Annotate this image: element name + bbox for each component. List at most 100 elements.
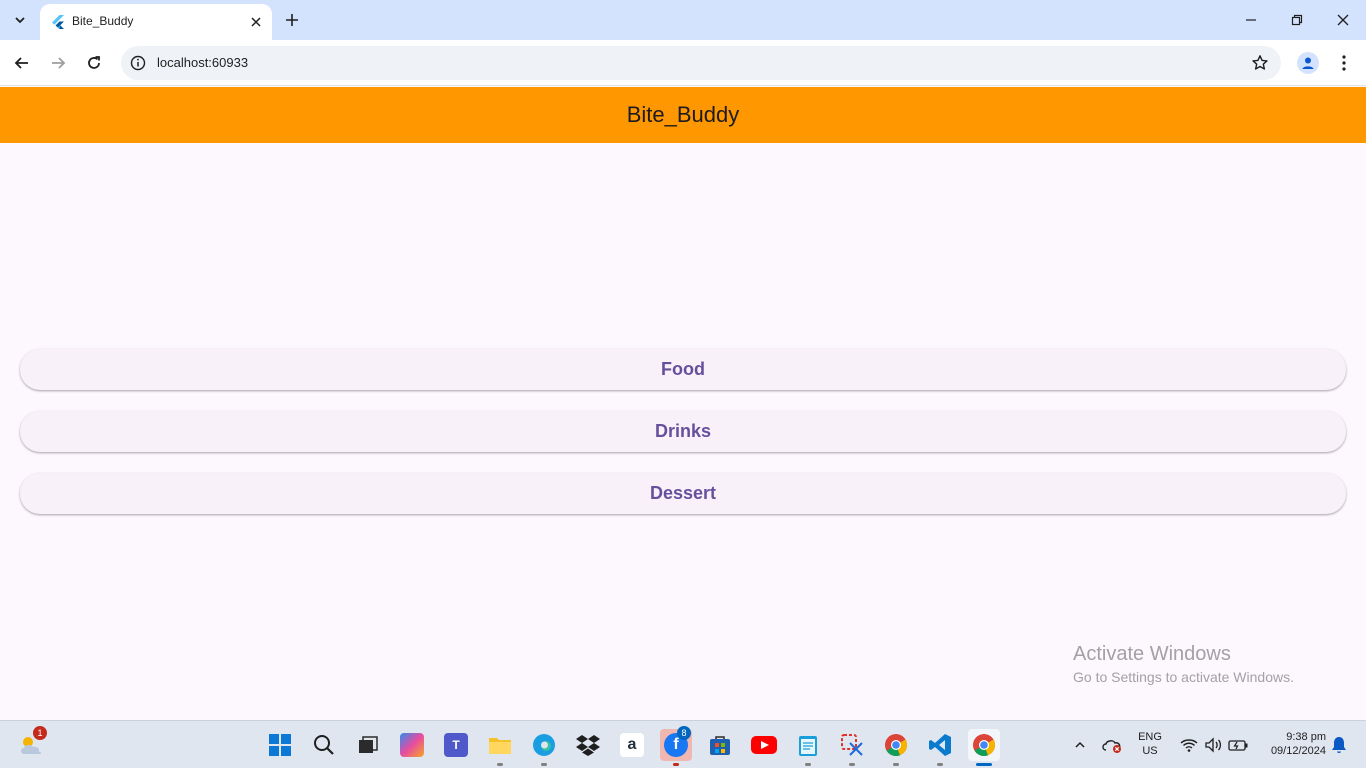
amazon-icon: a <box>620 733 644 757</box>
restore-button[interactable] <box>1287 10 1307 30</box>
drinks-button[interactable]: Drinks <box>20 411 1346 452</box>
snipping-tool-button[interactable] <box>836 729 868 766</box>
copilot-icon <box>400 733 424 757</box>
edge-button[interactable] <box>528 729 560 766</box>
chrome-icon <box>885 734 908 757</box>
restore-icon <box>1291 14 1303 26</box>
store-icon <box>710 736 730 755</box>
tab-title: Bite_Buddy <box>72 14 134 28</box>
tab-search-button[interactable] <box>8 8 32 32</box>
activate-windows-watermark: Activate Windows Go to Settings to activ… <box>1073 643 1294 685</box>
dropbox-button[interactable] <box>572 729 604 761</box>
browser-tabstrip: Bite_Buddy <box>0 0 1366 40</box>
profile-button[interactable] <box>1297 52 1319 74</box>
wifi-icon <box>1180 739 1198 752</box>
browser-menu-button[interactable] <box>1334 52 1354 74</box>
amazon-button[interactable]: a <box>616 729 648 761</box>
back-button[interactable] <box>11 52 33 74</box>
teams-button[interactable]: T <box>440 729 472 761</box>
browser-toolbar: localhost:60933 <box>0 40 1366 86</box>
dessert-button[interactable]: Dessert <box>20 473 1346 514</box>
close-window-button[interactable] <box>1333 10 1353 30</box>
notepad-button[interactable] <box>792 729 824 766</box>
edge-icon <box>533 734 555 756</box>
running-indicator <box>893 763 899 766</box>
snipping-tool-icon <box>841 734 863 756</box>
address-bar[interactable]: localhost:60933 <box>121 46 1281 80</box>
vscode-button[interactable] <box>924 729 956 766</box>
task-view-button[interactable] <box>352 729 384 761</box>
cloud-error-icon <box>1102 740 1121 753</box>
arrow-left-icon <box>14 57 28 69</box>
minimize-button[interactable] <box>1241 10 1261 30</box>
arrow-right-icon <box>52 57 66 69</box>
show-hidden-icons-button[interactable] <box>1066 729 1094 761</box>
app-title: Bite_Buddy <box>626 102 740 127</box>
person-icon <box>1302 57 1314 69</box>
more-vertical-icon <box>1342 55 1346 71</box>
weather-badge: 1 <box>33 726 47 740</box>
food-button[interactable]: Food <box>20 349 1346 390</box>
activate-windows-title: Activate Windows <box>1073 643 1231 665</box>
volume-icon <box>1205 737 1222 753</box>
running-indicator <box>497 763 503 766</box>
dropbox-icon <box>576 735 600 756</box>
chevron-down-icon <box>15 17 25 24</box>
clock[interactable]: 9:38 pm 09/12/2024 <box>1256 730 1326 758</box>
flutter-icon <box>52 15 64 29</box>
chrome-icon <box>973 734 996 757</box>
close-icon <box>1337 14 1349 26</box>
notepad-icon <box>799 736 817 756</box>
reload-button[interactable] <box>83 52 105 74</box>
clock-time: 9:38 pm <box>1286 731 1326 743</box>
running-indicator <box>805 763 811 766</box>
new-tab-button[interactable] <box>282 10 302 30</box>
clock-date: 09/12/2024 <box>1270 745 1326 757</box>
bell-icon <box>1332 737 1346 753</box>
facebook-button[interactable]: f 8 <box>660 726 692 766</box>
close-icon <box>251 17 261 27</box>
quick-settings-button[interactable] <box>1174 729 1254 761</box>
copilot-button[interactable] <box>396 729 428 761</box>
start-button[interactable] <box>264 729 296 761</box>
info-icon[interactable] <box>129 54 147 72</box>
app-bar: Bite_Buddy <box>0 87 1366 143</box>
chevron-up-icon <box>1075 741 1085 748</box>
star-icon[interactable] <box>1251 54 1269 72</box>
weather-widget[interactable]: 1 <box>16 726 48 761</box>
plus-icon <box>286 14 298 26</box>
teams-icon: T <box>444 733 468 757</box>
notifications-button[interactable] <box>1326 729 1352 761</box>
language-indicator[interactable]: ENG US <box>1136 730 1164 758</box>
tab-close-button[interactable] <box>247 13 265 31</box>
running-indicator <box>673 763 679 766</box>
keyboard-region: US <box>1142 745 1158 757</box>
youtube-button[interactable] <box>748 729 780 761</box>
forward-button[interactable] <box>47 52 69 74</box>
onedrive-status-button[interactable] <box>1098 729 1126 761</box>
minimize-icon <box>1246 19 1256 21</box>
taskbar-search-button[interactable] <box>308 729 340 761</box>
running-indicator <box>849 763 855 766</box>
vscode-icon <box>929 734 951 756</box>
search-icon <box>314 735 334 755</box>
battery-icon <box>1228 740 1248 751</box>
language-code: ENG <box>1138 731 1162 743</box>
facebook-badge: 8 <box>677 726 691 740</box>
running-indicator <box>541 763 547 766</box>
youtube-icon <box>751 736 777 754</box>
activate-windows-subtitle: Go to Settings to activate Windows. <box>1073 669 1294 685</box>
url-text[interactable]: localhost:60933 <box>157 55 248 70</box>
taskbar: 1 T a f 8 ENG US 9:38 pm 09/12/2024 <box>0 720 1366 768</box>
reload-icon <box>88 56 100 69</box>
file-explorer-button[interactable] <box>484 729 516 766</box>
microsoft-store-button[interactable] <box>704 729 736 761</box>
app-content: Food Drinks Dessert <box>0 143 1366 720</box>
chrome-profile-button[interactable] <box>880 729 912 766</box>
folder-icon <box>489 738 511 754</box>
running-indicator-active <box>976 763 992 766</box>
chrome-button[interactable] <box>968 729 1000 766</box>
running-indicator <box>937 763 943 766</box>
browser-tab-active[interactable]: Bite_Buddy <box>40 4 272 40</box>
task-view-icon <box>359 736 378 753</box>
